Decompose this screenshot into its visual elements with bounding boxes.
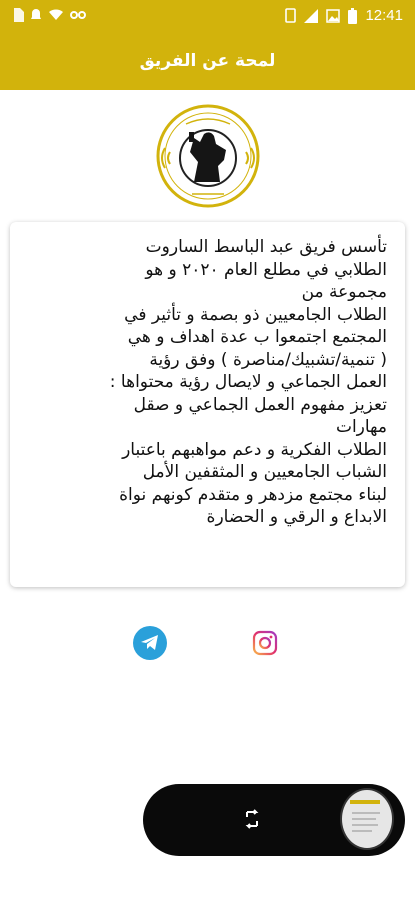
telegram-button[interactable] xyxy=(133,626,167,660)
preview-bar xyxy=(350,800,380,804)
about-line: الطلاب الجامعيين ذو بصمة و تأثير في xyxy=(124,304,387,325)
swap-icon xyxy=(245,809,259,829)
about-line: مهارات xyxy=(335,417,387,437)
copy-icon xyxy=(285,7,297,23)
swap-button[interactable] xyxy=(237,804,267,834)
about-line: الطلابي في مطلع العام ٢٠٢٠ و هو xyxy=(145,259,387,280)
team-logo xyxy=(156,104,260,208)
about-line: الشباب الجامعيين و المثقفين الأمل xyxy=(142,462,387,482)
instagram-button[interactable] xyxy=(248,626,282,660)
floating-toolbar xyxy=(143,784,405,856)
preview-line xyxy=(352,818,376,820)
about-line: تأسس فريق عبد الباسط الساروت xyxy=(145,237,387,257)
screenshot-preview[interactable] xyxy=(340,788,394,850)
about-line: الابداع و الرقي و الحضارة xyxy=(206,507,387,527)
about-text: تأسس فريق عبد الباسط الساروت الطلابي في … xyxy=(28,236,387,529)
preview-line xyxy=(352,812,380,814)
preview-line xyxy=(352,824,378,826)
preview-line xyxy=(352,830,372,832)
wifi-icon xyxy=(49,9,63,20)
instagram-icon xyxy=(252,630,278,656)
about-line: المجتمع اجتمعوا ب عدة اهداف و هي xyxy=(127,327,387,347)
about-line: تعزيز مفهوم العمل الجماعي و صقل xyxy=(133,394,387,415)
about-line: الطلاب الفكرية و دعم مواهبهم باعتبار xyxy=(122,439,387,460)
status-time: 12:41 xyxy=(365,7,403,24)
battery-icon xyxy=(348,7,358,24)
about-line: العمل الجماعي و لايصال رؤية محتواها : xyxy=(109,372,387,392)
gallery-icon xyxy=(326,8,341,23)
about-card: تأسس فريق عبد الباسط الساروت الطلابي في … xyxy=(10,222,405,587)
telegram-icon xyxy=(141,635,158,650)
about-line: لبناء مجتمع مزدهر و متقدم كونهم نواة xyxy=(119,484,387,505)
team-logo-graphic xyxy=(156,104,260,208)
signal-icon xyxy=(304,8,319,23)
page-title: لمحة عن الفريق xyxy=(139,51,276,71)
status-icons-right: 12:41 xyxy=(284,7,403,24)
status-icons-left xyxy=(12,8,86,22)
silent-icon xyxy=(31,9,41,19)
about-line: مجموعة من xyxy=(301,282,387,302)
status-bar: 12:41 xyxy=(0,0,415,36)
app-bar: لمحة عن الفريق xyxy=(0,36,415,90)
link-icon xyxy=(70,11,86,19)
sim-icon xyxy=(14,8,24,22)
about-line: ( تنمية/تشبيك/مناصرة ) وفق رؤية xyxy=(149,349,387,370)
